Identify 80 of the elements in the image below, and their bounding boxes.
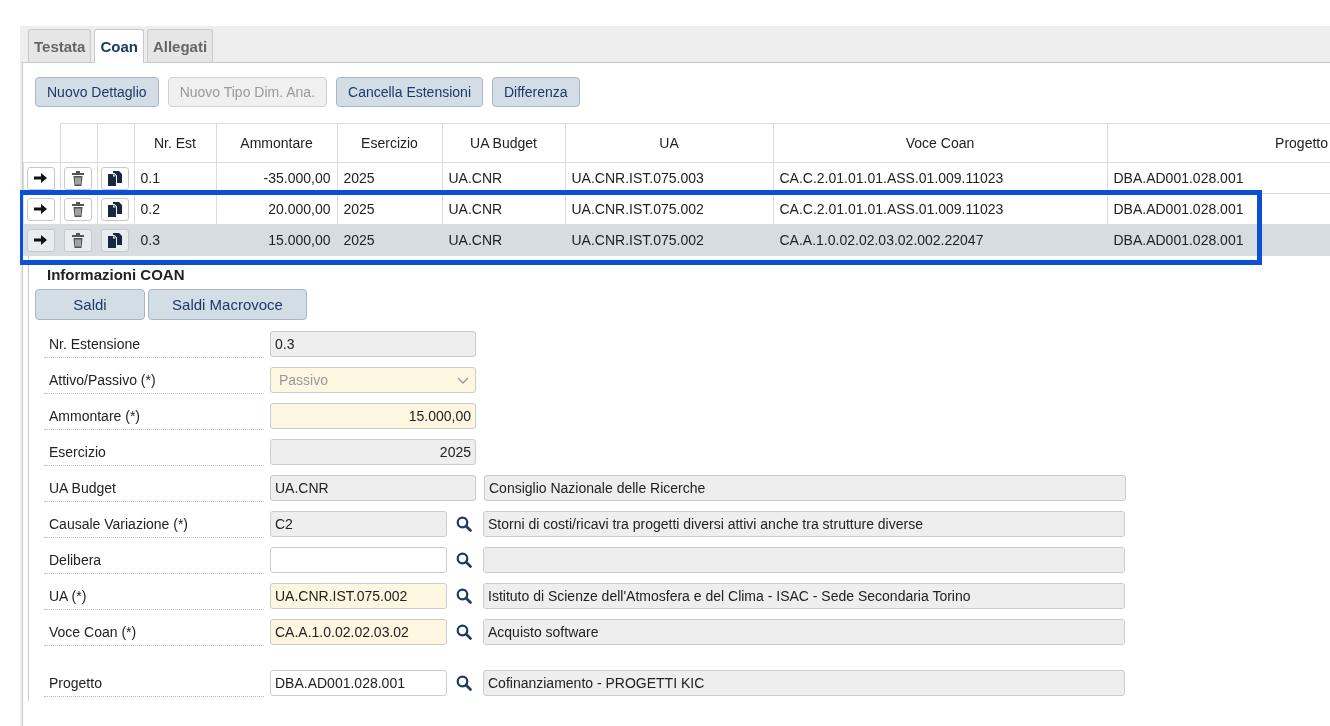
description-field: Consiglio Nazionale delle Ricerche (484, 475, 1126, 501)
column-header: UA (565, 123, 773, 163)
input-field[interactable]: DBA.AD001.028.001 (270, 670, 447, 696)
copy-button[interactable] (100, 228, 129, 252)
field-label: Voce Coan (*) (44, 618, 264, 646)
column-header: Progetto (1107, 123, 1330, 163)
section-title: Informazioni COAN (46, 266, 186, 283)
chevron-down-icon (457, 376, 469, 384)
column-header: Ammontare (216, 123, 337, 163)
input-field[interactable]: 0.3 (270, 331, 476, 357)
field-label: Nr. Estensione (44, 330, 264, 358)
open-button[interactable] (27, 228, 55, 252)
description-field: Cofinanziamento - PROGETTI KIC (483, 670, 1125, 696)
input-field[interactable]: UA.CNR.IST.075.002 (270, 583, 447, 609)
tab[interactable]: Coan (94, 29, 144, 63)
table-row[interactable]: 0.1 -35.000,00 2025 UA.CNR UA.CNR.IST.075.003 CA.C.2.01.01.01.ASS.01.009.11023 DBA.AD001.028.001 (23, 162, 1330, 194)
copy-icon (107, 201, 122, 217)
field-label: UA (*) (44, 582, 264, 610)
toolbar-button[interactable]: Cancella Estensioni (336, 77, 483, 107)
field-label: Progetto (44, 669, 264, 697)
trash-icon (71, 201, 84, 217)
open-button[interactable] (27, 197, 55, 221)
action-button[interactable]: Saldi (35, 289, 145, 320)
trash-icon (71, 232, 84, 248)
trash-icon (71, 170, 84, 186)
input-field[interactable]: UA.CNR (270, 475, 476, 501)
arrow-right-icon (34, 203, 48, 215)
input-field[interactable]: C2 (270, 511, 447, 537)
delete-button[interactable] (63, 166, 92, 190)
description-field: Acquisto software (483, 619, 1125, 645)
field-label: Attivo/Passivo (*) (44, 366, 264, 394)
copy-button[interactable] (100, 197, 129, 221)
table-cell: 0.2 (134, 193, 216, 225)
table-cell: 2025 (337, 224, 442, 256)
search-icon[interactable] (456, 588, 472, 604)
column-header: Esercizio (337, 123, 442, 163)
table-cell: UA.CNR (442, 224, 565, 256)
arrow-right-icon (34, 234, 48, 246)
table-cell: 20.000,00 (216, 193, 337, 225)
column-header: Voce Coan (773, 123, 1107, 163)
toolbar-button[interactable]: Differenza (492, 77, 580, 107)
table-cell: 0.3 (134, 224, 216, 256)
copy-icon (107, 232, 122, 248)
table-cell: DBA.AD001.028.001 (1107, 224, 1330, 256)
copy-button[interactable] (100, 166, 129, 190)
search-icon[interactable] (456, 516, 472, 532)
table-cell: CA.A.1.0.02.02.03.02.002.22047 (773, 224, 1107, 256)
field-label: Delibera (44, 546, 264, 574)
field-label: UA Budget (44, 474, 264, 502)
search-icon[interactable] (456, 675, 472, 691)
delete-button[interactable] (63, 228, 92, 252)
field-label: Ammontare (*) (44, 402, 264, 430)
field-label: Causale Variazione (*) (44, 510, 264, 538)
tab[interactable]: Allegati (146, 29, 214, 62)
input-field[interactable]: 2025 (270, 439, 476, 465)
table-cell: 2025 (337, 193, 442, 225)
table-cell: UA.CNR.IST.075.002 (565, 193, 773, 225)
input-field[interactable] (270, 547, 447, 573)
input-field[interactable]: CA.A.1.0.02.02.03.02 (270, 619, 447, 645)
table-cell: UA.CNR.IST.075.002 (565, 224, 773, 256)
open-button[interactable] (27, 166, 55, 190)
delete-button[interactable] (63, 197, 92, 221)
tab[interactable]: Testata (28, 29, 92, 62)
column-header: UA Budget (442, 123, 565, 163)
search-icon[interactable] (456, 624, 472, 640)
search-icon[interactable] (456, 552, 472, 568)
description-field: Storni di costi/ricavi tra progetti diversi attivi anche tra strutture diverse (483, 511, 1125, 537)
table-cell: 15.000,00 (216, 224, 337, 256)
field-label: Esercizio (44, 438, 264, 466)
input-field[interactable]: 15.000,00 (270, 403, 476, 429)
action-button[interactable]: Saldi Macrovoce (148, 289, 307, 320)
toolbar-button[interactable]: Nuovo Dettaglio (35, 77, 159, 107)
table-cell: CA.C.2.01.01.01.ASS.01.009.11023 (773, 193, 1107, 225)
description-field: Istituto di Scienze dell'Atmosfera e del Clima - ISAC - Sede Secondaria Torino (483, 583, 1125, 609)
table-row[interactable]: 0.3 15.000,00 2025 UA.CNR UA.CNR.IST.075.002 CA.A.1.0.02.02.03.02.002.22047 DBA.AD001.028.001 (23, 224, 1330, 256)
column-header: Nr. Est (134, 123, 216, 163)
arrow-right-icon (34, 172, 48, 184)
table-row[interactable]: 0.2 20.000,00 2025 UA.CNR UA.CNR.IST.075.002 CA.C.2.01.01.01.ASS.01.009.11023 DBA.AD001.028.001 (23, 193, 1330, 225)
table-cell: UA.CNR (442, 193, 565, 225)
copy-icon (107, 170, 122, 186)
